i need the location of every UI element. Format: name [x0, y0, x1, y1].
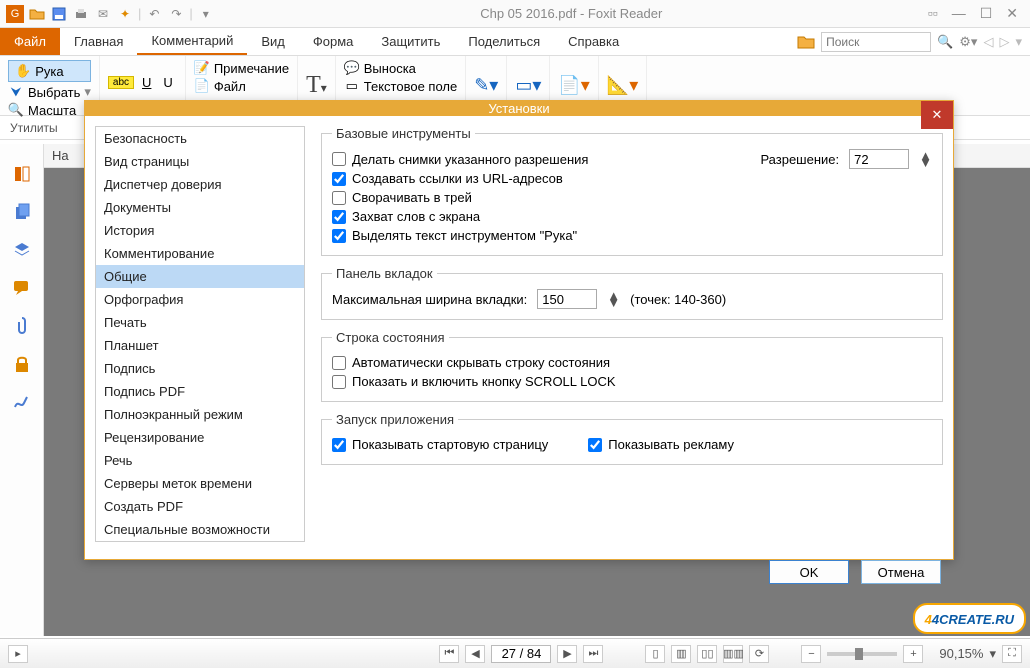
chk-hand-select[interactable] — [332, 229, 346, 243]
chk-scroll-lock[interactable] — [332, 375, 346, 389]
chk-screen-capture[interactable] — [332, 210, 346, 224]
group-tab-panel: Панель вкладок Максимальная ширина вклад… — [321, 266, 943, 320]
resolution-label: Разрешение: — [760, 152, 839, 167]
chk-snapshot-resolution[interactable] — [332, 152, 346, 166]
cancel-button[interactable]: Отмена — [861, 560, 941, 584]
category-item[interactable]: Планшет — [96, 334, 304, 357]
category-item[interactable]: Диспетчер доверия — [96, 173, 304, 196]
dialog-backdrop: Установки ✕ БезопасностьВид страницыДисп… — [0, 0, 1030, 668]
group-app-launch: Запуск приложения Показывать стартовую с… — [321, 412, 943, 465]
category-item[interactable]: Серверы меток времени — [96, 472, 304, 495]
category-item[interactable]: Рецензирование — [96, 426, 304, 449]
category-item[interactable]: Документы — [96, 196, 304, 219]
chk-autohide-status[interactable] — [332, 356, 346, 370]
category-item[interactable]: Безопасность — [96, 127, 304, 150]
ok-button[interactable]: OK — [769, 560, 849, 584]
category-item[interactable]: Специальные возможности — [96, 518, 304, 541]
category-item[interactable]: Вид страницы — [96, 150, 304, 173]
tab-width-input[interactable] — [537, 289, 597, 309]
chk-tray[interactable] — [332, 191, 346, 205]
chk-start-page[interactable] — [332, 438, 346, 452]
category-item[interactable]: Орфография — [96, 288, 304, 311]
spinner-icon[interactable]: ▲▼ — [607, 292, 620, 306]
dialog-title: Установки — [488, 101, 549, 116]
category-item[interactable]: Печать — [96, 311, 304, 334]
preferences-dialog: Установки ✕ БезопасностьВид страницыДисп… — [84, 100, 954, 560]
category-list[interactable]: БезопасностьВид страницыДиспетчер довери… — [95, 126, 305, 542]
category-item[interactable]: Общие — [96, 265, 304, 288]
category-item[interactable]: Комментирование — [96, 242, 304, 265]
group-status-bar: Строка состояния Автоматически скрывать … — [321, 330, 943, 402]
category-item[interactable]: Создать PDF — [96, 495, 304, 518]
chk-url-links[interactable] — [332, 172, 346, 186]
dialog-close-button[interactable]: ✕ — [921, 101, 953, 129]
category-item[interactable]: История — [96, 219, 304, 242]
chk-show-ads[interactable] — [588, 438, 602, 452]
resolution-input[interactable] — [849, 149, 909, 169]
dialog-title-bar: Установки ✕ — [85, 101, 953, 116]
category-item[interactable]: Подпись — [96, 357, 304, 380]
category-item[interactable]: Подпись PDF — [96, 380, 304, 403]
category-item[interactable]: Речь — [96, 449, 304, 472]
spinner-icon[interactable]: ▲▼ — [919, 152, 932, 166]
group-basic-tools: Базовые инструменты Делать снимки указан… — [321, 126, 943, 256]
category-item[interactable]: Полноэкранный режим — [96, 403, 304, 426]
